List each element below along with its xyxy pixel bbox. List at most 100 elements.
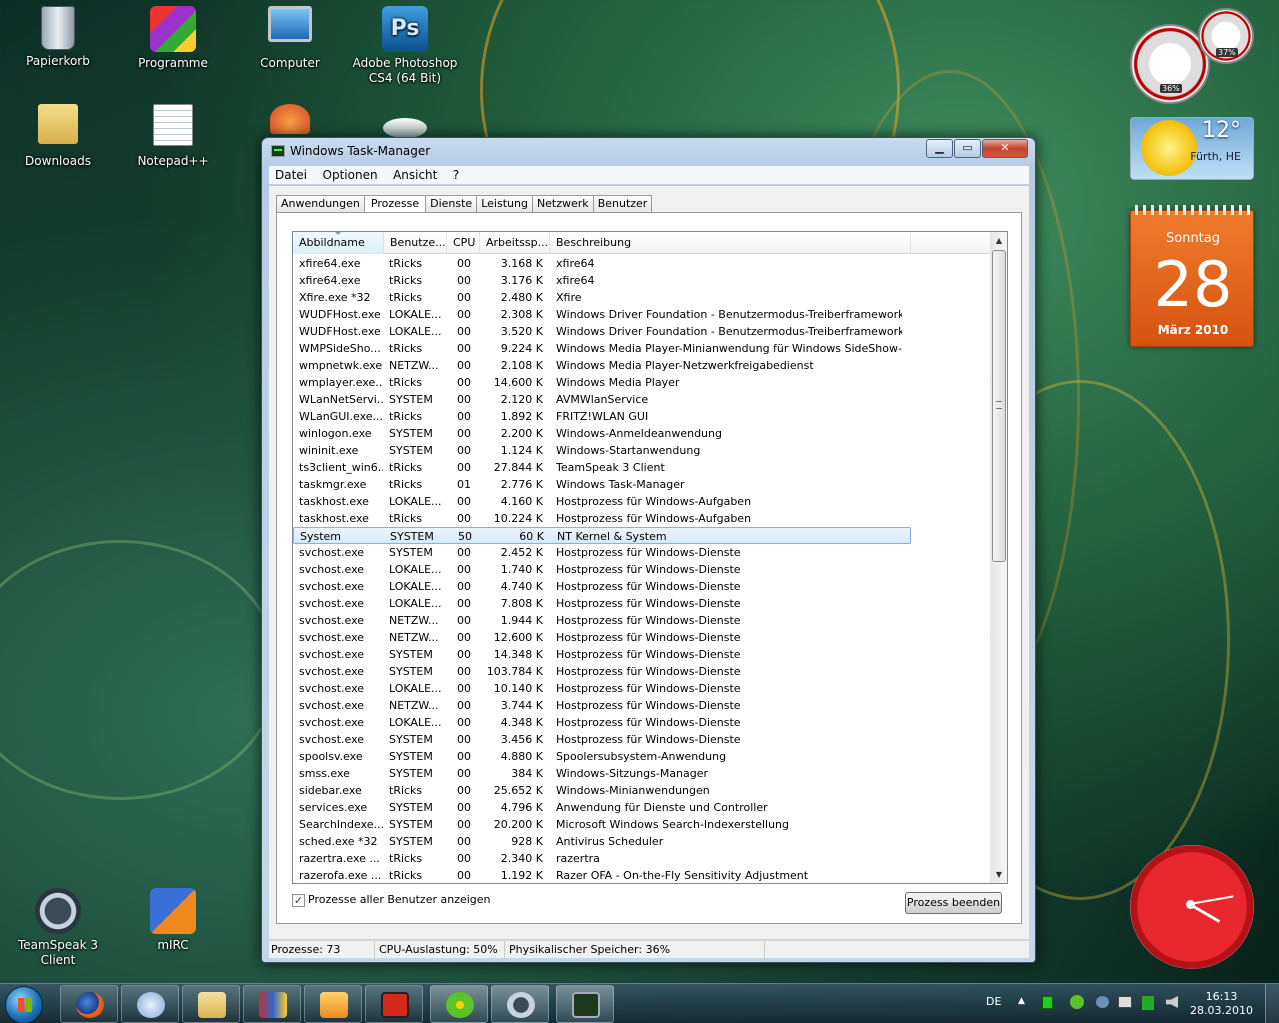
table-row[interactable]: services.exe SYSTEM 00 4.796 K Anwendung für… bbox=[293, 799, 991, 816]
tab-services[interactable]: Dienste bbox=[425, 195, 478, 213]
table-row[interactable]: razertra.exe ... tRicks 00 2.340 K razertra bbox=[293, 850, 991, 867]
table-row[interactable]: WLanGUI.exe... tRicks 00 1.892 K FRITZ!WLAN … bbox=[293, 408, 991, 425]
column-header-memory[interactable]: Arbeitssp... bbox=[480, 232, 550, 254]
table-row[interactable]: xfire64.exe tRicks 00 3.168 K xfire64 bbox=[293, 255, 991, 272]
table-row[interactable]: taskmgr.exe tRicks 01 2.776 K Windows Task-M… bbox=[293, 476, 991, 493]
tray-clover-icon[interactable] bbox=[1070, 995, 1084, 1009]
desktop-icon-downloads[interactable]: Downloads bbox=[0, 104, 116, 169]
desktop-icon-partially-hidden[interactable] bbox=[232, 104, 348, 138]
scroll-up-arrow-icon[interactable]: ▲ bbox=[991, 232, 1007, 249]
cpu-meter-gadget[interactable]: 36% 37% bbox=[1130, 8, 1255, 104]
tab-performance[interactable]: Leistung bbox=[476, 195, 533, 213]
tray-volume-icon[interactable] bbox=[1166, 996, 1178, 1008]
tray-app-icon[interactable] bbox=[1042, 996, 1053, 1009]
table-row[interactable]: svchost.exe LOKALE... 00 1.740 K Hostprozess… bbox=[293, 561, 991, 578]
end-process-button[interactable]: Prozess beenden bbox=[905, 892, 1002, 914]
table-row[interactable]: ts3client_win6... tRicks 00 27.844 K TeamSpe… bbox=[293, 459, 991, 476]
table-row[interactable]: spoolsv.exe SYSTEM 00 4.880 K Spoolersubsyst… bbox=[293, 748, 991, 765]
table-row[interactable]: svchost.exe LOKALE... 00 10.140 K Hostprozes… bbox=[293, 680, 991, 697]
table-row[interactable]: Xfire.exe *32 tRicks 00 2.480 K Xfire bbox=[293, 289, 991, 306]
table-row[interactable]: svchost.exe SYSTEM 00 103.784 K Hostprozess … bbox=[293, 663, 991, 680]
tab-users[interactable]: Benutzer bbox=[592, 195, 653, 213]
weather-gadget[interactable]: 12° Fürth, HE bbox=[1130, 117, 1254, 180]
taskbar-clock[interactable]: 16:13 28.03.2010 bbox=[1190, 990, 1253, 1018]
desktop-icon-mirc[interactable]: mIRC bbox=[115, 888, 231, 953]
show-all-users-checkbox[interactable]: ✓ Prozesse aller Benutzer anzeigen bbox=[292, 893, 491, 907]
taskbar-explorer[interactable] bbox=[182, 985, 240, 1023]
tray-expand-icon[interactable]: ▲ bbox=[1018, 996, 1025, 1006]
show-desktop-button[interactable] bbox=[1265, 984, 1279, 1023]
table-row[interactable]: SearchIndexe... SYSTEM 00 20.200 K Microsoft… bbox=[293, 816, 991, 833]
tray-monitor-icon[interactable] bbox=[1118, 996, 1132, 1008]
vertical-scrollbar[interactable]: ▲ ▼ bbox=[990, 232, 1007, 883]
desktop-icon-notepadpp[interactable]: Notepad++ bbox=[115, 104, 231, 169]
table-row[interactable]: svchost.exe NETZW... 00 12.600 K Hostprozess… bbox=[293, 629, 991, 646]
title-bar[interactable]: Windows Task-Manager ▁ ▭ ✕ bbox=[262, 138, 1035, 165]
start-button[interactable] bbox=[5, 986, 43, 1023]
table-row[interactable]: wininit.exe SYSTEM 00 1.124 K Windows-Starta… bbox=[293, 442, 991, 459]
language-indicator[interactable]: DE bbox=[986, 995, 1001, 1008]
desktop-icon-recycle-bin[interactable]: Papierkorb bbox=[0, 6, 116, 69]
taskbar-mail[interactable] bbox=[121, 985, 179, 1023]
process-list[interactable]: Abbildname Benutze... CPU Arbeitssp... B… bbox=[292, 231, 1008, 884]
tray-wifi-icon[interactable] bbox=[1142, 996, 1154, 1010]
table-row[interactable]: WLanNetServi... SYSTEM 00 2.120 K AVMWlanSer… bbox=[293, 391, 991, 408]
menu-view[interactable]: Ansicht bbox=[387, 166, 443, 185]
calendar-day: 28 bbox=[1153, 248, 1233, 321]
menu-options[interactable]: Optionen bbox=[317, 166, 384, 185]
taskbar-firefox[interactable] bbox=[60, 985, 118, 1023]
column-header-user[interactable]: Benutze... bbox=[384, 232, 447, 254]
desktop-icon-programs[interactable]: Programme bbox=[115, 6, 231, 71]
menu-help[interactable]: ? bbox=[447, 166, 465, 185]
task-manager-window[interactable]: Windows Task-Manager ▁ ▭ ✕ Datei Optione… bbox=[261, 137, 1036, 963]
table-row[interactable]: WUDFHost.exe LOKALE... 00 3.520 K Windows Dr… bbox=[293, 323, 991, 340]
table-row[interactable]: System SYSTEM 50 60 K NT Kernel & System bbox=[293, 527, 911, 544]
table-row[interactable]: xfire64.exe tRicks 00 3.176 K xfire64 bbox=[293, 272, 991, 289]
taskbar-task-manager[interactable] bbox=[556, 985, 614, 1023]
table-row[interactable]: sidebar.exe tRicks 00 25.652 K Windows-Minia… bbox=[293, 782, 991, 799]
scroll-thumb[interactable] bbox=[992, 250, 1006, 562]
table-row[interactable]: taskhost.exe LOKALE... 00 4.160 K Hostprozes… bbox=[293, 493, 991, 510]
taskbar-teamspeak[interactable] bbox=[491, 985, 549, 1023]
column-header-description[interactable]: Beschreibung bbox=[550, 232, 911, 254]
tab-network[interactable]: Netzwerk bbox=[531, 195, 594, 213]
table-row[interactable]: svchost.exe LOKALE... 00 4.740 K Hostprozess… bbox=[293, 578, 991, 595]
table-row[interactable]: svchost.exe SYSTEM 00 2.452 K Hostprozess fü… bbox=[293, 544, 991, 561]
cell-cpu: 00 bbox=[457, 580, 471, 593]
table-row[interactable]: WMPSideSho... tRicks 00 9.224 K Windows Medi… bbox=[293, 340, 991, 357]
table-row[interactable]: svchost.exe SYSTEM 00 14.348 K Hostprozess f… bbox=[293, 646, 991, 663]
tray-network-icon[interactable] bbox=[1096, 996, 1109, 1008]
table-row[interactable]: svchost.exe SYSTEM 00 3.456 K Hostprozess fü… bbox=[293, 731, 991, 748]
maximize-button[interactable]: ▭ bbox=[954, 139, 981, 158]
table-row[interactable]: razerofa.exe ... tRicks 00 1.192 K Razer OFA… bbox=[293, 867, 991, 883]
close-button[interactable]: ✕ bbox=[982, 139, 1028, 158]
desktop-icon-teamspeak[interactable]: TeamSpeak 3 Client bbox=[0, 888, 116, 968]
clock-gadget[interactable] bbox=[1130, 845, 1254, 969]
calendar-gadget[interactable]: Sonntag 28 März 2010 bbox=[1130, 205, 1254, 347]
table-row[interactable]: wmplayer.exe... tRicks 00 14.600 K Windows M… bbox=[293, 374, 991, 391]
taskbar-xfire[interactable] bbox=[365, 985, 423, 1023]
table-row[interactable]: WUDFHost.exe LOKALE... 00 2.308 K Windows Dr… bbox=[293, 306, 991, 323]
checkbox-checked-icon[interactable]: ✓ bbox=[292, 893, 305, 907]
taskbar-icq[interactable] bbox=[430, 985, 488, 1023]
taskbar-winrar[interactable] bbox=[243, 985, 301, 1023]
column-header-cpu[interactable]: CPU bbox=[447, 232, 480, 254]
table-row[interactable]: svchost.exe LOKALE... 00 4.348 K Hostprozess… bbox=[293, 714, 991, 731]
table-row[interactable]: sched.exe *32 SYSTEM 00 928 K Antivirus Sche… bbox=[293, 833, 991, 850]
table-row[interactable]: svchost.exe LOKALE... 00 7.808 K Hostprozess… bbox=[293, 595, 991, 612]
column-header-image-name[interactable]: Abbildname bbox=[293, 232, 384, 254]
scroll-down-arrow-icon[interactable]: ▼ bbox=[991, 866, 1007, 883]
desktop-icon-photoshop[interactable]: Ps Adobe Photoshop CS4 (64 Bit) bbox=[347, 6, 463, 86]
tab-applications[interactable]: Anwendungen bbox=[276, 195, 365, 213]
table-row[interactable]: smss.exe SYSTEM 00 384 K Windows-Sitzungs-Ma… bbox=[293, 765, 991, 782]
table-row[interactable]: svchost.exe NETZW... 00 1.944 K Hostprozess … bbox=[293, 612, 991, 629]
taskbar-media-player[interactable] bbox=[304, 985, 362, 1023]
calendar-rings bbox=[1135, 205, 1251, 215]
menu-file[interactable]: Datei bbox=[269, 166, 313, 185]
desktop-icon-computer[interactable]: Computer bbox=[232, 6, 348, 71]
table-row[interactable]: wmpnetwk.exe NETZW... 00 2.108 K Windows Med… bbox=[293, 357, 991, 374]
table-row[interactable]: taskhost.exe tRicks 00 10.224 K Hostprozess … bbox=[293, 510, 991, 527]
table-row[interactable]: svchost.exe NETZW... 00 3.744 K Hostprozess … bbox=[293, 697, 991, 714]
table-row[interactable]: winlogon.exe SYSTEM 00 2.200 K Windows-Anmel… bbox=[293, 425, 991, 442]
minimize-button[interactable]: ▁ bbox=[926, 139, 953, 158]
